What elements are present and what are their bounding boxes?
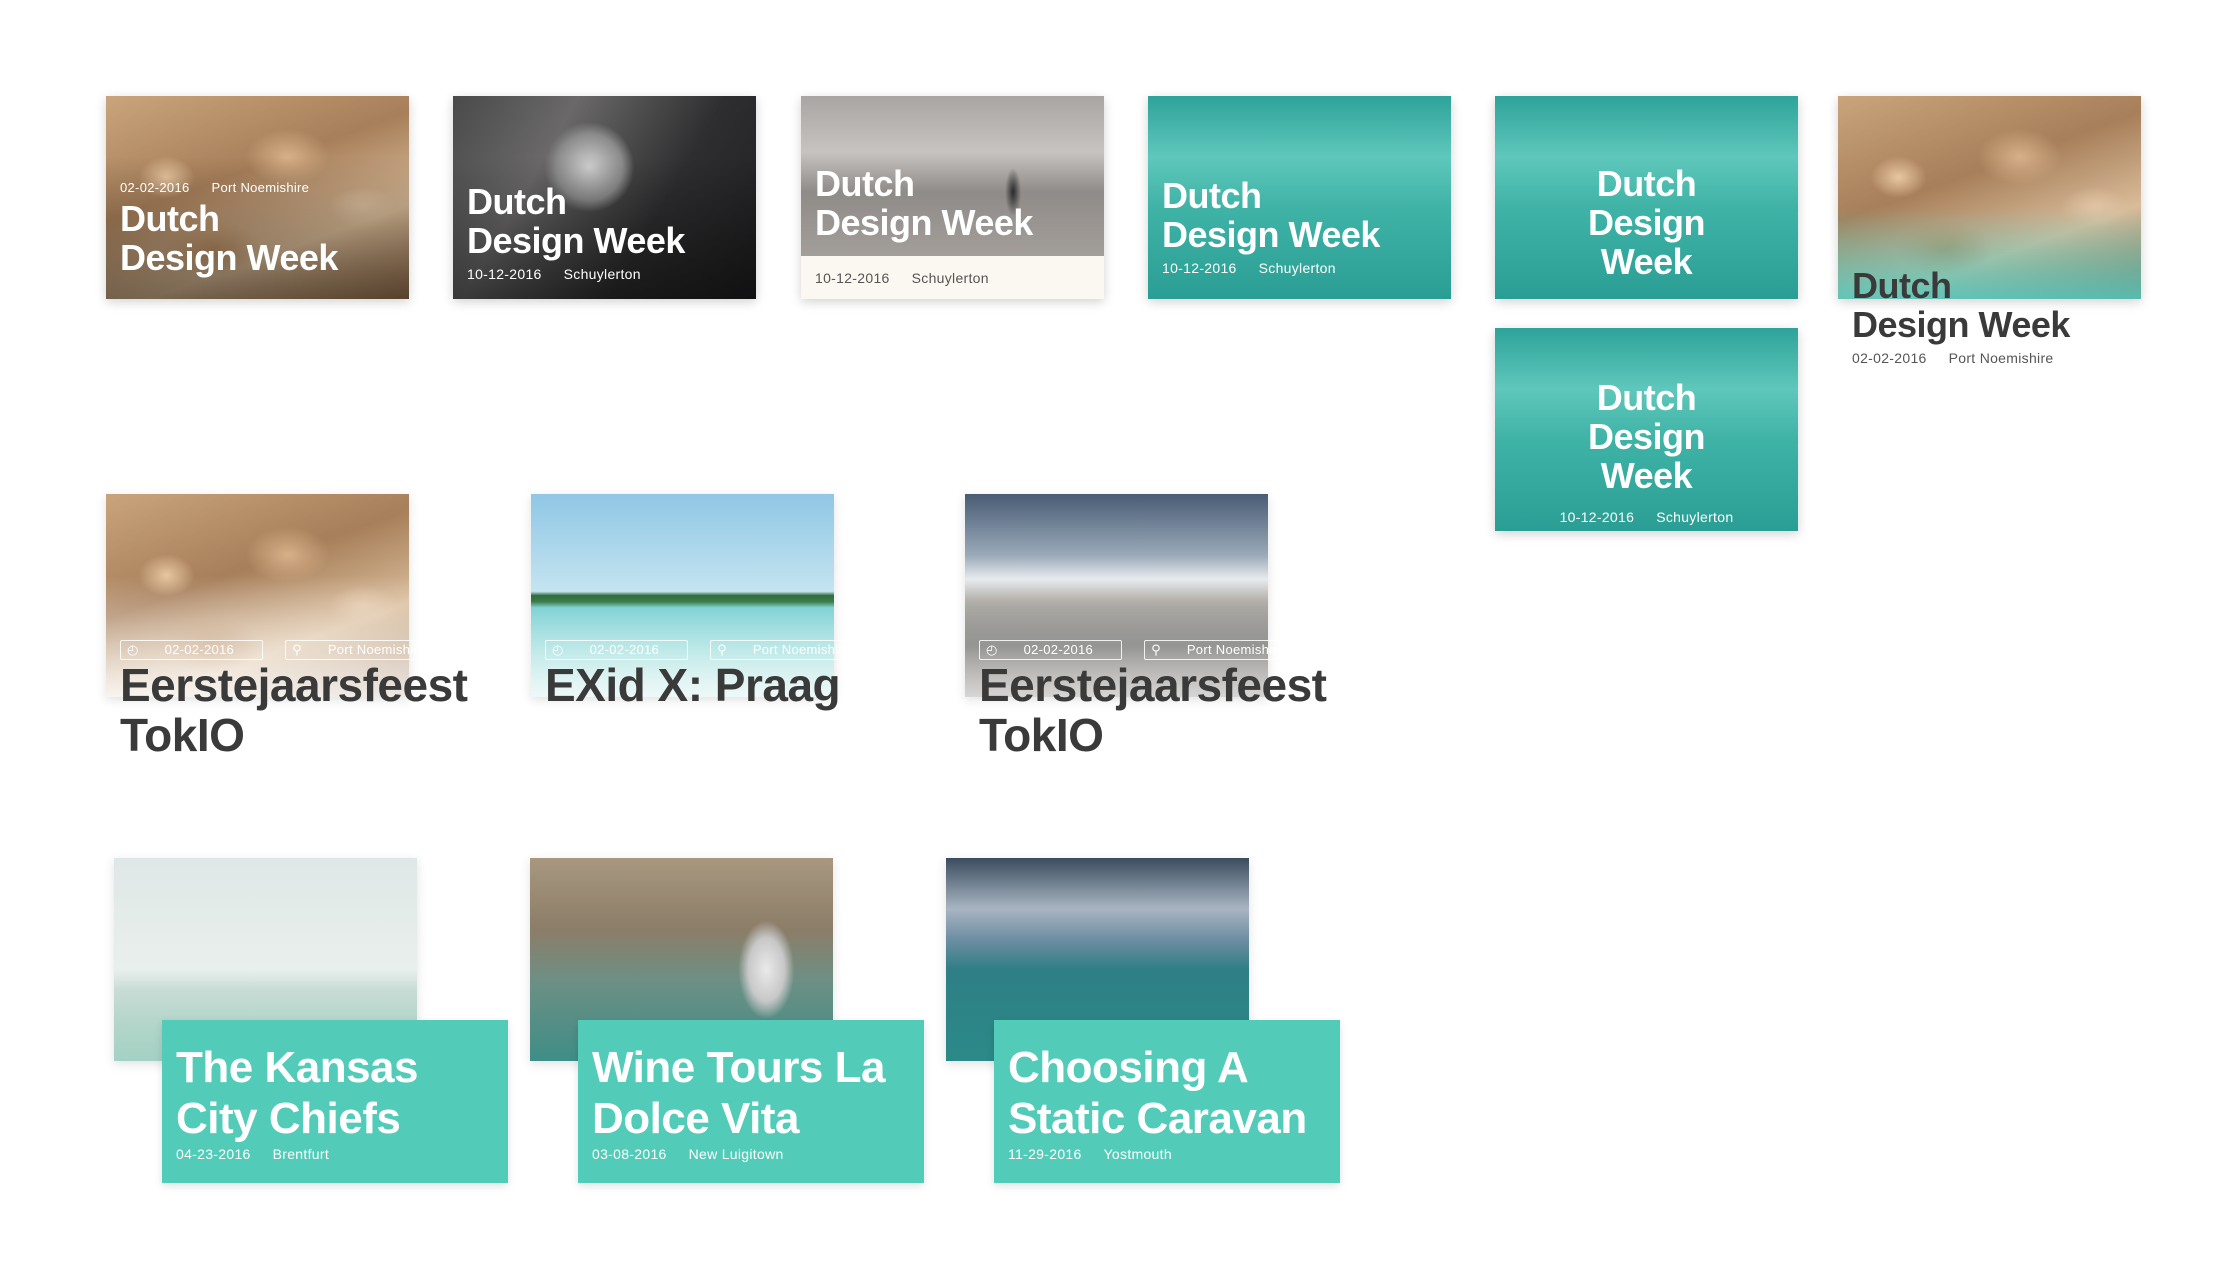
card-date: 10-12-2016 <box>467 266 542 282</box>
card-place: Yostmouth <box>1103 1146 1172 1162</box>
card-caption: The Kansas City Chiefs 04-23-2016 Brentfu… <box>162 1020 508 1183</box>
event-card[interactable]: ◴ 02-02-2016 ⚲ Port Noemishire Eerstejaar… <box>106 494 556 774</box>
location-pin-icon: ⚲ <box>717 642 727 657</box>
card-caption: Choosing A Static Caravan 11-29-2016 Yost… <box>994 1020 1340 1183</box>
clock-icon: ◴ <box>552 642 564 657</box>
card-meta: ◴ 02-02-2016 ⚲ Port Noemishire <box>979 640 1336 660</box>
place-pill: ⚲ Port Noemishire <box>285 640 455 660</box>
event-card[interactable]: Dutch Design Week 02-02-2016 Port Noemish… <box>1838 96 2141 376</box>
date-pill: ◴ 02-02-2016 <box>545 640 689 660</box>
event-card[interactable]: Dutch Design Week 10-12-2016 Schuylerton <box>1148 96 1451 299</box>
card-meta: 02-02-2016 Port Noemishire <box>120 180 340 195</box>
card-footer: 10-12-2016 Schuylerton <box>801 256 1104 299</box>
card-place: Port Noemishire <box>752 642 851 657</box>
card-caption: Wine Tours La Dolce Vita 03-08-2016 New L… <box>578 1020 924 1183</box>
card-meta: 02-02-2016 Port Noemishire <box>1852 350 2076 366</box>
card-meta: 11-29-2016 Yostmouth <box>1008 1146 1326 1162</box>
card-title: Eerstejaarsfeest TokIO <box>979 659 1327 761</box>
card-place: Brentfurt <box>272 1146 330 1162</box>
card-date: 02-02-2016 <box>589 642 660 657</box>
event-card[interactable]: 02-02-2016 Port Noemishire Dutch Design W… <box>106 96 409 299</box>
card-meta: 03-08-2016 New Luigitown <box>592 1146 910 1162</box>
card-place: New Luigitown <box>688 1146 784 1162</box>
event-card[interactable]: Dutch Design Week 10-12-2016 Schuylerton <box>801 96 1104 299</box>
card-date: 10-12-2016 <box>1559 509 1635 525</box>
card-title: Eerstejaarsfeest TokIO <box>120 659 468 761</box>
card-title: The Kansas City Chiefs <box>176 1043 418 1143</box>
card-meta: 10-12-2016 Schuylerton <box>1162 260 1382 276</box>
clock-icon: ◴ <box>986 642 998 657</box>
clock-icon: ◴ <box>127 642 139 657</box>
event-card[interactable]: Choosing A Static Caravan 11-29-2016 Yost… <box>946 858 1346 1183</box>
card-meta: 10-12-2016 Schuylerton <box>1495 509 1798 525</box>
location-pin-icon: ⚲ <box>292 642 302 657</box>
location-pin-icon: ⚲ <box>1151 642 1161 657</box>
card-meta: ◴ 02-02-2016 ⚲ Port Noemishire <box>545 640 902 660</box>
card-title: EXid X: Praag <box>545 659 841 711</box>
event-card[interactable]: ◴ 02-02-2016 ⚲ Port Noemishire EXid X: Pr… <box>531 494 981 714</box>
event-card[interactable]: Dutch Design Week 10-12-2016 Schuylerton <box>1495 328 1798 531</box>
card-place: Port Noemishire <box>211 180 310 195</box>
card-place: Schuylerton <box>1258 260 1336 276</box>
card-date: 02-02-2016 <box>1023 642 1094 657</box>
card-date: 04-23-2016 <box>176 1146 251 1162</box>
event-card[interactable]: ◴ 02-02-2016 ⚲ Port Noemishire Eerstejaar… <box>965 494 1415 774</box>
card-title: Choosing A Static Caravan <box>1008 1043 1307 1143</box>
card-title: Wine Tours La Dolce Vita <box>592 1043 885 1143</box>
card-date: 02-02-2016 <box>120 180 190 195</box>
event-card[interactable]: Wine Tours La Dolce Vita 03-08-2016 New L… <box>530 858 930 1183</box>
card-date: 02-02-2016 <box>164 642 235 657</box>
date-pill: ◴ 02-02-2016 <box>120 640 264 660</box>
card-date: 10-12-2016 <box>1162 260 1237 276</box>
event-card[interactable]: The Kansas City Chiefs 04-23-2016 Brentfu… <box>114 858 514 1183</box>
card-place: Port Noemishire <box>1948 350 2054 366</box>
place-pill: ⚲ Port Noemishire <box>710 640 880 660</box>
event-card[interactable]: Dutch Design Week 10-12-2016 Schuylerton <box>453 96 756 299</box>
card-meta: ◴ 02-02-2016 ⚲ Port Noemishire <box>120 640 477 660</box>
card-place: Schuylerton <box>1656 509 1734 525</box>
card-place: Schuylerton <box>563 266 641 282</box>
card-title: Dutch Design Week <box>467 181 685 261</box>
card-title: Dutch Design Week <box>1162 175 1380 255</box>
card-meta: 10-12-2016 Schuylerton <box>801 256 1104 286</box>
card-place: Port Noemishire <box>327 642 426 657</box>
event-card[interactable]: Dutch Design Week <box>1495 96 1798 299</box>
card-date: 03-08-2016 <box>592 1146 667 1162</box>
card-date: 10-12-2016 <box>815 270 890 286</box>
card-title: Dutch Design Week <box>120 198 338 278</box>
card-date: 11-29-2016 <box>1008 1146 1082 1162</box>
card-meta: 04-23-2016 Brentfurt <box>176 1146 494 1162</box>
card-place: Schuylerton <box>911 270 989 286</box>
card-title: Dutch Design Week <box>815 163 1033 243</box>
date-pill: ◴ 02-02-2016 <box>979 640 1123 660</box>
card-date: 02-02-2016 <box>1852 350 1927 366</box>
card-title: Dutch Design Week <box>1852 265 2070 345</box>
place-pill: ⚲ Port Noemishire <box>1144 640 1314 660</box>
card-title: Dutch Design Week <box>1587 377 1706 496</box>
card-place: Port Noemishire <box>1186 642 1285 657</box>
card-meta: 10-12-2016 Schuylerton <box>467 266 687 282</box>
card-title: Dutch Design Week <box>1587 163 1706 282</box>
